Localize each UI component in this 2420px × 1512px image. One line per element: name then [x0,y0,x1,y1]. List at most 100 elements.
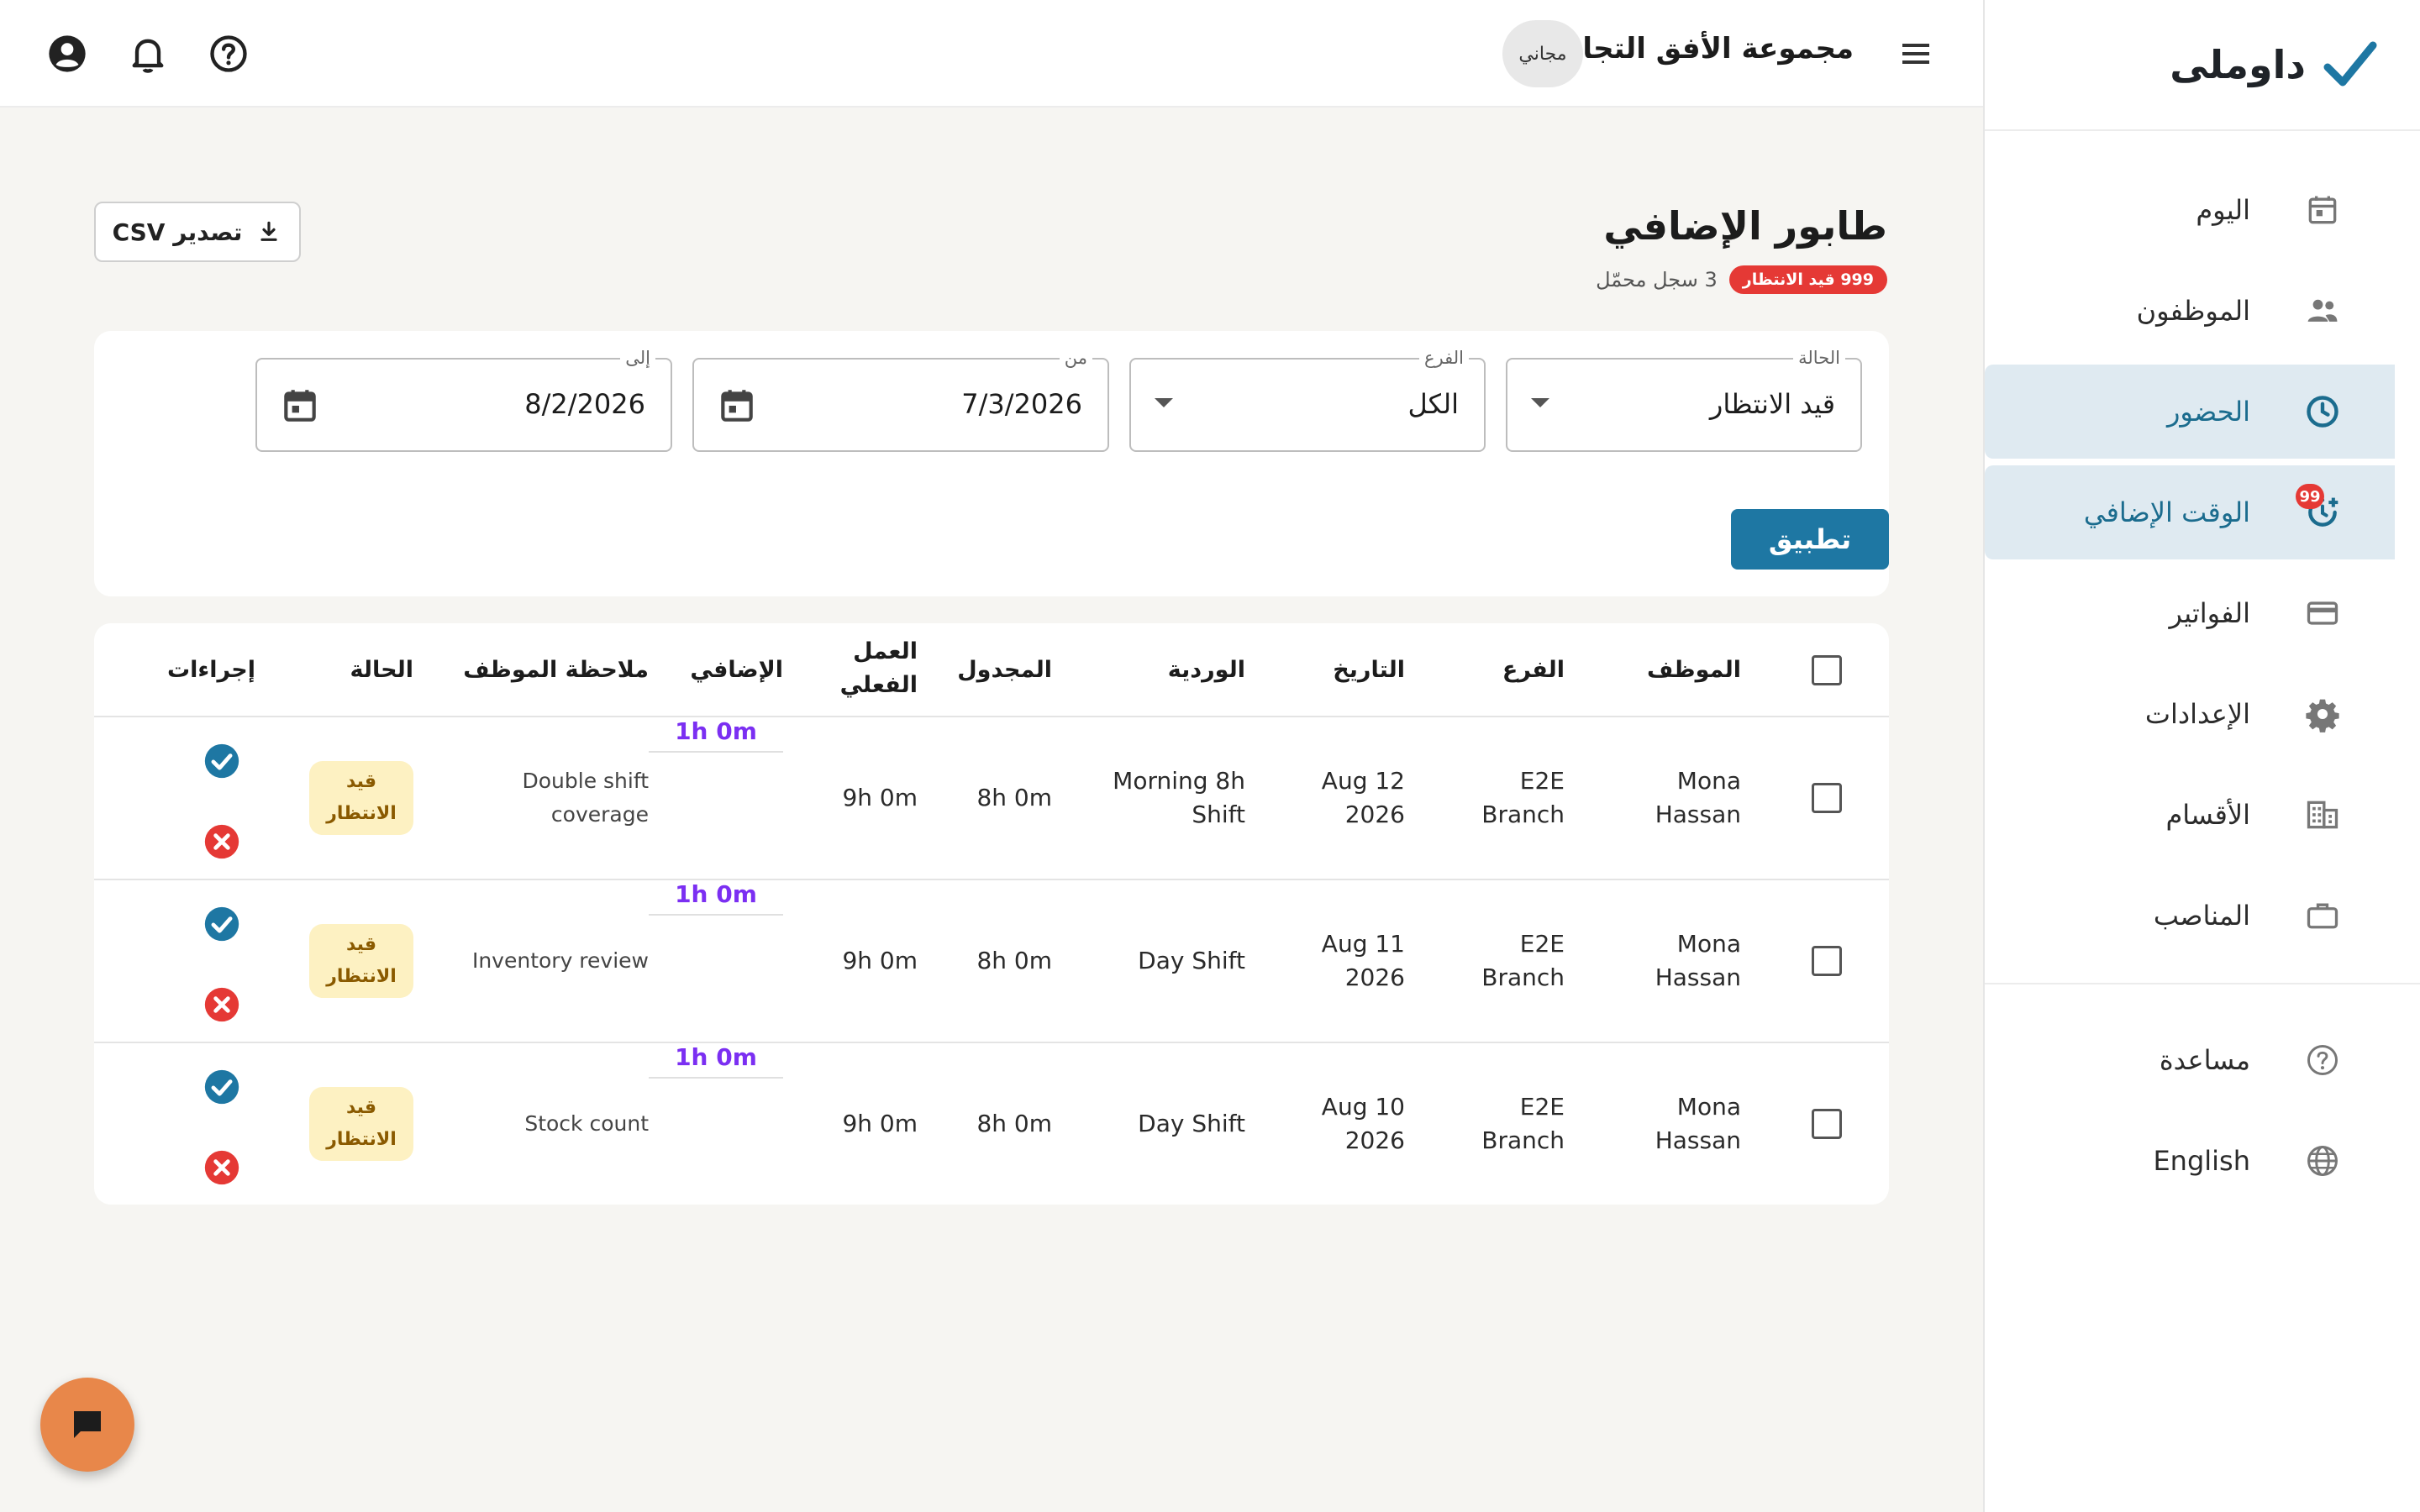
chat-button[interactable] [40,1378,134,1472]
briefcase-icon [2302,895,2343,936]
column-header-actions: إجراءات [167,657,255,683]
account-icon[interactable] [45,32,89,76]
date-cell: Aug 10 2026 [1321,1093,1405,1154]
to-date-label: إلى [620,348,655,368]
reject-icon[interactable] [203,823,240,860]
to-date-input[interactable]: إلى 8/2/2026 [255,348,672,452]
sidebar-item-label: الفواتير [2169,597,2250,629]
column-header-overtime[interactable]: الإضافي [690,654,783,687]
sidebar-item-label: الأقسام [2165,799,2250,831]
reject-icon[interactable] [203,1149,240,1186]
menu-icon[interactable] [1896,34,1936,74]
employee-cell: Mona Hassan [1655,1093,1741,1154]
shift-cell: Day Shift [1138,1110,1245,1137]
reject-icon[interactable] [203,986,240,1023]
table-row[interactable]: Mona Hassan E2E Branch Aug 10 2026 Day Shif… [94,1043,1889,1205]
sidebar-item-today[interactable]: اليوم [1985,163,2395,257]
sidebar-item-label: اليوم [2196,194,2250,226]
column-header-status[interactable]: الحالة [350,654,413,687]
scheduled-cell: 8h 0m [976,947,1052,974]
sidebar-item-help[interactable]: مساعدة [1985,1013,2395,1107]
brand[interactable]: داوملى [1985,0,2420,131]
sidebar-item-label: مساعدة [2159,1044,2250,1076]
sidebar-item-attendance[interactable]: الحضور [1985,365,2395,459]
status-select[interactable]: الحالة قيد الانتظار [1506,348,1862,452]
sidebar-item-employees[interactable]: الموظفون [1985,264,2395,358]
apply-filters-button[interactable]: تطبيق [1731,509,1889,570]
overtime-value: 1h 0m [675,717,757,745]
sidebar-item-label: الإعدادات [2144,698,2250,730]
sidebar-item-departments[interactable]: الأقسام [1985,768,2395,862]
column-header-date[interactable]: التاريخ [1333,654,1405,687]
employee-cell: Mona Hassan [1655,767,1741,828]
help-icon[interactable] [207,32,250,76]
select-all-checkbox[interactable] [1812,655,1842,685]
column-header-branch[interactable]: الفرع [1502,654,1565,687]
table-row[interactable]: Mona Hassan E2E Branch Aug 11 2026 Day Shif… [94,880,1889,1043]
overtime-underline [649,1077,783,1079]
credit-card-icon [2302,593,2343,633]
note-cell: Inventory review [471,948,649,973]
row-checkbox[interactable] [1812,783,1842,813]
building-icon [2302,795,2343,835]
row-checkbox[interactable] [1812,1109,1842,1139]
status-badge: قيد الانتظار [309,761,413,835]
calendar-icon[interactable] [279,385,321,427]
approve-icon[interactable] [203,906,240,942]
globe-icon [2302,1141,2343,1181]
sidebar-item-settings[interactable]: الإعدادات [1985,667,2395,761]
sidebar-item-label: المناصب [2153,900,2250,932]
branch-cell: E2E Branch [1481,767,1565,828]
table-row[interactable]: Mona Hassan E2E Branch Aug 12 2026 Morning … [94,717,1889,880]
export-csv-label: تصدير CSV [112,218,243,246]
shift-cell: Day Shift [1138,947,1245,974]
help-icon [2302,1040,2343,1080]
approve-icon[interactable] [203,1068,240,1105]
column-header-employee[interactable]: الموظف [1647,654,1741,687]
overtime-underline [649,751,783,753]
sidebar-item-label: الحضور [2166,396,2250,428]
gear-icon [2302,694,2343,734]
sidebar-item-positions[interactable]: المناصب [1985,869,2395,963]
sidebar: داوملى اليوم الموظفون الحضور 99 الوقت ال… [1983,0,2420,1512]
sidebar-divider [1985,983,2420,984]
sidebar-item-overtime[interactable]: 99 الوقت الإضافي [1985,465,2395,559]
overtime-table: الموظف الفرع التاريخ الوردية المجدول الع… [94,623,1889,1205]
page-title: طابور الإضافي [1603,203,1887,249]
export-csv-button[interactable]: تصدير CSV [94,202,301,262]
row-checkbox[interactable] [1812,946,1842,976]
scheduled-cell: 8h 0m [976,784,1052,811]
overtime-count-badge: 99 [2296,484,2324,509]
approve-icon[interactable] [203,743,240,780]
overtime-value: 1h 0m [675,880,757,908]
status-badge: قيد الانتظار [309,1087,413,1161]
from-date-label: من [1059,348,1092,368]
filter-panel: الحالة قيد الانتظار الفرع الكل من 7/3/20… [94,331,1889,596]
actual-cell: 9h 0m [842,1110,918,1137]
branch-select[interactable]: الفرع الكل [1129,348,1486,452]
bell-icon[interactable] [126,32,170,76]
column-header-actual[interactable]: العمل الفعلي [840,635,918,702]
sidebar-item-language[interactable]: English [1985,1114,2395,1208]
brand-name: داوملى [2170,42,2306,87]
status-label: الحالة [1793,348,1845,368]
chat-icon [74,1411,101,1438]
checkmark-logo-icon [2323,41,2377,87]
branch-cell: E2E Branch [1481,930,1565,991]
column-header-scheduled[interactable]: المجدول [957,654,1052,687]
calendar-icon[interactable] [716,385,758,427]
column-header-shift[interactable]: الوردية [1168,654,1245,687]
sidebar-item-invoices[interactable]: الفواتير [1985,566,2395,660]
overtime-value: 1h 0m [675,1043,757,1071]
top-bar: مجموعة الأفق التجارية مجاني [0,0,1983,108]
status-value: قيد الانتظار [1709,388,1835,420]
download-icon [260,221,278,241]
shift-cell: Morning 8h Shift [1113,767,1245,828]
column-header-actual-line1: العمل [853,638,918,664]
actual-cell: 9h 0m [842,784,918,811]
sidebar-nav: اليوم الموظفون الحضور 99 الوقت الإضافي ا… [1985,131,2420,1208]
from-date-input[interactable]: من 7/3/2026 [692,348,1109,452]
organization-name[interactable]: مجموعة الأفق التجارية [1538,32,1854,66]
column-header-note[interactable]: ملاحظة الموظف [463,654,649,687]
dropdown-arrow-icon [1531,398,1549,407]
